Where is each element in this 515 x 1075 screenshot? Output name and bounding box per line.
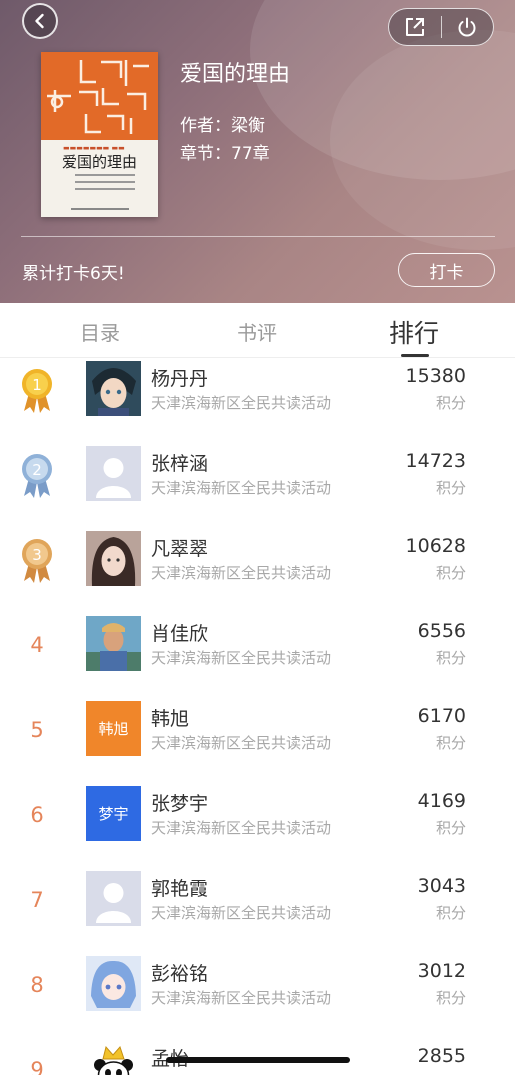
user-name: 肖佳欣 [151, 623, 209, 645]
score-unit: 积分 [435, 394, 466, 412]
book-chapters: 章节：77章 [180, 144, 270, 164]
score-unit: 积分 [435, 734, 466, 752]
checkin-button[interactable]: 打卡 [398, 253, 495, 287]
header-divider [21, 236, 495, 237]
user-organization: 天津滨海新区全民共读活动 [151, 734, 332, 752]
score-unit: 积分 [435, 479, 466, 497]
avatar[interactable] [86, 531, 141, 586]
svg-text:2: 2 [32, 461, 42, 479]
cover-artwork [41, 52, 158, 140]
book-cover[interactable]: ▬▬▬▬▬▬▬ ▬▬ 爱国的理由 [41, 52, 158, 217]
user-organization: 天津滨海新区全民共读活动 [151, 904, 332, 922]
ranking-row[interactable]: 4 肖佳欣天津滨海新区全民共读活动 6556 积分 [0, 613, 515, 698]
ranking-row[interactable]: 7 郭艳霞天津滨海新区全民共读活动 3043 积分 [0, 868, 515, 953]
tab-active-indicator [401, 354, 429, 357]
user-score: 15380 [405, 365, 466, 387]
avatar[interactable] [86, 1041, 141, 1075]
user-score: 6170 [417, 705, 466, 727]
power-icon [458, 17, 476, 37]
medal-gold-icon: 1 [20, 365, 54, 415]
user-score: 4169 [417, 790, 466, 812]
ranking-row[interactable]: 1 杨丹丹天津滨海新区全民共读活动 15380 积分 [0, 358, 515, 443]
user-score: 2855 [417, 1045, 466, 1067]
user-name: 韩旭 [151, 708, 190, 730]
tab-bar: 目录 书评 排行 [0, 303, 515, 358]
tab-catalog[interactable]: 目录 [80, 317, 120, 346]
svg-text:1: 1 [32, 376, 42, 394]
user-name: 郭艳霞 [151, 878, 209, 900]
book-author: 作者：梁衡 [180, 116, 265, 136]
rank-number: 8 [30, 973, 44, 997]
user-score: 6556 [417, 620, 466, 642]
book-header: ▬▬▬▬▬▬▬ ▬▬ 爱国的理由 爱国的理由 作者：梁衡 章节：77章 累计打卡… [0, 0, 515, 303]
chevron-left-icon [35, 13, 44, 29]
user-name: 张梓涵 [151, 453, 209, 475]
back-button[interactable] [22, 3, 58, 39]
avatar[interactable] [86, 871, 141, 926]
medal-silver-icon: 2 [20, 450, 54, 500]
score-unit: 积分 [435, 564, 466, 582]
user-organization: 天津滨海新区全民共读活动 [151, 649, 332, 667]
ranking-row[interactable]: 3 凡翠翠天津滨海新区全民共读活动 10628 积分 [0, 528, 515, 613]
avatar[interactable] [86, 446, 141, 501]
score-unit: 积分 [435, 904, 466, 922]
home-indicator [166, 1057, 350, 1063]
score-unit: 积分 [435, 649, 466, 667]
ranking-row[interactable]: 6 梦宇 张梦宇天津滨海新区全民共读活动 4169 积分 [0, 783, 515, 868]
user-organization: 天津滨海新区全民共读活动 [151, 564, 332, 582]
avatar[interactable] [86, 361, 141, 416]
user-organization: 天津滨海新区全民共读活动 [151, 479, 332, 497]
user-score: 3012 [417, 960, 466, 982]
score-unit: 积分 [435, 989, 466, 1007]
cover-meta-lines [75, 174, 135, 204]
top-action-group [388, 8, 494, 46]
book-title: 爱国的理由 [180, 62, 291, 87]
avatar[interactable]: 梦宇 [86, 786, 141, 841]
medal-bronze-icon: 3 [20, 535, 54, 585]
ranking-row[interactable]: 8 彭裕铭天津滨海新区全民共读活动 3012 积分 [0, 953, 515, 1038]
cover-publisher-line [71, 208, 129, 210]
user-organization: 天津滨海新区全民共读活动 [151, 989, 332, 1007]
user-score: 14723 [405, 450, 466, 472]
rank-number: 9 [30, 1058, 44, 1075]
share-button[interactable] [389, 9, 441, 45]
avatar[interactable]: 韩旭 [86, 701, 141, 756]
score-unit: 积分 [435, 819, 466, 837]
user-name: 彭裕铭 [151, 963, 209, 985]
svg-text:3: 3 [32, 546, 42, 564]
cover-title: 爱国的理由 [61, 153, 137, 171]
user-score: 10628 [405, 535, 466, 557]
user-score: 3043 [417, 875, 466, 897]
rank-number: 5 [30, 718, 44, 742]
avatar[interactable] [86, 956, 141, 1011]
user-organization: 天津滨海新区全民共读活动 [151, 394, 332, 412]
user-name: 张梦宇 [151, 793, 209, 815]
share-icon [405, 18, 424, 36]
avatar[interactable] [86, 616, 141, 671]
user-name: 杨丹丹 [151, 368, 209, 390]
power-button[interactable] [441, 9, 493, 45]
checkin-summary: 累计打卡6天! [22, 264, 125, 284]
rank-number: 6 [30, 803, 44, 827]
user-organization: 天津滨海新区全民共读活动 [151, 819, 332, 837]
user-name: 凡翠翠 [151, 538, 209, 560]
rank-number: 7 [30, 888, 44, 912]
rank-number: 4 [30, 633, 44, 657]
ranking-row[interactable]: 2 张梓涵天津滨海新区全民共读活动 14723 积分 [0, 443, 515, 528]
tab-reviews[interactable]: 书评 [237, 317, 277, 346]
ranking-row[interactable]: 5 韩旭 韩旭 天津滨海新区全民共读活动 6170 积分 [0, 698, 515, 783]
tab-ranking[interactable]: 排行 [389, 314, 439, 350]
